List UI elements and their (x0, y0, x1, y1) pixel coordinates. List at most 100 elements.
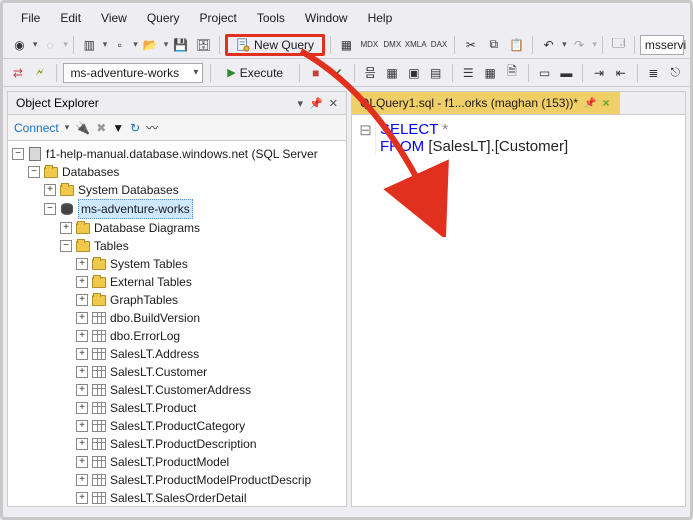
stop-icon[interactable]: ✖ (96, 121, 106, 135)
menu-edit[interactable]: Edit (50, 7, 91, 29)
uncomment-icon[interactable]: ▬ (557, 62, 575, 84)
include-client-stats-icon[interactable]: ▤ (427, 62, 445, 84)
expand-toggle[interactable]: + (76, 258, 88, 270)
filter-icon[interactable]: ▼ (112, 121, 124, 135)
dax-query-icon[interactable]: DAX (429, 34, 450, 56)
find-combo[interactable]: msservi (640, 35, 684, 55)
stop-debug-icon[interactable]: ■ (307, 62, 325, 84)
copy-icon[interactable]: ⧉ (483, 34, 504, 56)
new-project-icon[interactable]: ▥ (79, 34, 100, 56)
expand-toggle[interactable]: + (76, 330, 88, 342)
menu-file[interactable]: File (11, 7, 50, 29)
server-node[interactable]: f1-help-manual.database.windows.net (SQL… (46, 145, 318, 163)
expand-toggle[interactable]: + (76, 312, 88, 324)
expand-toggle[interactable]: + (76, 474, 88, 486)
object-explorer-tree[interactable]: −f1-help-manual.database.windows.net (SQ… (8, 141, 346, 506)
table-node[interactable]: SalesLT.Product (110, 399, 197, 417)
refresh-icon[interactable]: ↻ (130, 121, 140, 135)
save-all-icon[interactable]: 🗄 (193, 34, 214, 56)
pin-tab-icon[interactable]: 📌 (584, 98, 596, 109)
disconnect-icon[interactable]: 🔌 (75, 121, 90, 135)
display-plan-icon[interactable]: 믐 (361, 62, 379, 84)
menu-project[interactable]: Project (190, 7, 247, 29)
pin-icon[interactable]: 📌 (309, 97, 323, 110)
expand-toggle[interactable]: + (76, 366, 88, 378)
tree-folder[interactable]: System Tables (110, 255, 188, 273)
activity-icon[interactable]: 〰 (146, 119, 158, 136)
diagrams-node[interactable]: Database Diagrams (94, 219, 200, 237)
expand-toggle[interactable]: − (12, 148, 24, 160)
specify-values-icon[interactable]: ≣ (645, 62, 663, 84)
menu-view[interactable]: View (91, 7, 137, 29)
undo-icon[interactable]: ↶ (538, 34, 559, 56)
dmx-query-icon[interactable]: DMX (382, 34, 403, 56)
menu-help[interactable]: Help (358, 7, 403, 29)
tree-folder[interactable]: GraphTables (110, 291, 178, 309)
include-stats-icon[interactable]: ▣ (405, 62, 423, 84)
expand-toggle[interactable]: + (76, 456, 88, 468)
available-db-icon[interactable]: 🗲 (31, 62, 49, 84)
open-icon[interactable]: 📂 (140, 34, 161, 56)
expand-toggle[interactable]: − (28, 166, 40, 178)
redo-icon[interactable]: ↷ (569, 34, 590, 56)
paste-icon[interactable]: 📋 (506, 34, 527, 56)
available-databases-combo[interactable]: ms-adventure-works (63, 63, 203, 83)
nav-fwd-icon[interactable]: ◌ (39, 34, 60, 56)
table-node[interactable]: SalesLT.ProductModelProductDescrip (110, 471, 311, 489)
outline-toggle[interactable]: ⊟ (356, 121, 376, 155)
expand-toggle[interactable]: + (60, 222, 72, 234)
expand-toggle[interactable]: + (44, 184, 56, 196)
results-grid-icon[interactable]: ▦ (481, 62, 499, 84)
code-area[interactable]: ⊟ SELECT * FROM [SalesLT].[Customer] (352, 115, 685, 161)
trace-query-icon[interactable]: ⎋ (666, 62, 684, 84)
xmla-query-icon[interactable]: XMLA (405, 34, 427, 56)
table-node[interactable]: dbo.BuildVersion (110, 309, 200, 327)
close-icon[interactable]: ✕ (329, 97, 338, 110)
expand-toggle[interactable]: − (44, 203, 56, 215)
tree-folder[interactable]: External Tables (110, 273, 192, 291)
table-node[interactable]: SalesLT.SalesOrderDetail (110, 489, 247, 506)
databases-node[interactable]: Databases (62, 163, 119, 181)
results-file-icon[interactable]: 🗎 (503, 62, 521, 84)
cut-icon[interactable]: ✂ (460, 34, 481, 56)
expand-toggle[interactable]: + (76, 420, 88, 432)
expand-toggle[interactable]: + (76, 294, 88, 306)
menu-window[interactable]: Window (295, 7, 358, 29)
table-node[interactable]: dbo.ErrorLog (110, 327, 180, 345)
db-engine-query-icon[interactable]: ▦ (336, 34, 357, 56)
expand-toggle[interactable]: − (60, 240, 72, 252)
expand-toggle[interactable]: + (76, 348, 88, 360)
mdx-query-icon[interactable]: MDX (359, 34, 380, 56)
results-text-icon[interactable]: ☰ (459, 62, 477, 84)
system-databases-node[interactable]: System Databases (78, 181, 179, 199)
table-node[interactable]: SalesLT.ProductDescription (110, 435, 257, 453)
comment-icon[interactable]: ▭ (536, 62, 554, 84)
db-node-selected[interactable]: ms-adventure-works (78, 199, 193, 219)
table-node[interactable]: SalesLT.CustomerAddress (110, 381, 251, 399)
menu-query[interactable]: Query (137, 7, 190, 29)
new-query-button[interactable]: New Query (225, 34, 325, 56)
expand-toggle[interactable]: + (76, 438, 88, 450)
properties-icon[interactable]: 🗔 (608, 34, 629, 56)
change-connection-icon[interactable]: ⇄ (9, 62, 27, 84)
expand-toggle[interactable]: + (76, 384, 88, 396)
outdent-icon[interactable]: ⇤ (612, 62, 630, 84)
execute-button[interactable]: ▶ Execute (218, 63, 292, 83)
expand-toggle[interactable]: + (76, 402, 88, 414)
close-tab-icon[interactable]: × (603, 96, 610, 110)
new-file-icon[interactable]: ▫ (109, 34, 130, 56)
editor-tab[interactable]: QLQuery1.sql - f1...orks (maghan (153))*… (352, 92, 620, 114)
table-node[interactable]: SalesLT.Customer (110, 363, 207, 381)
window-menu-icon[interactable]: ▾ (298, 97, 304, 110)
table-node[interactable]: SalesLT.ProductModel (110, 453, 229, 471)
connect-button[interactable]: Connect (14, 121, 59, 135)
indent-icon[interactable]: ⇥ (590, 62, 608, 84)
include-plan-icon[interactable]: ▦ (383, 62, 401, 84)
table-node[interactable]: SalesLT.Address (110, 345, 199, 363)
tables-node[interactable]: Tables (94, 237, 129, 255)
table-node[interactable]: SalesLT.ProductCategory (110, 417, 245, 435)
expand-toggle[interactable]: + (76, 492, 88, 504)
menu-tools[interactable]: Tools (247, 7, 295, 29)
expand-toggle[interactable]: + (76, 276, 88, 288)
nav-back-icon[interactable]: ◉ (9, 34, 30, 56)
